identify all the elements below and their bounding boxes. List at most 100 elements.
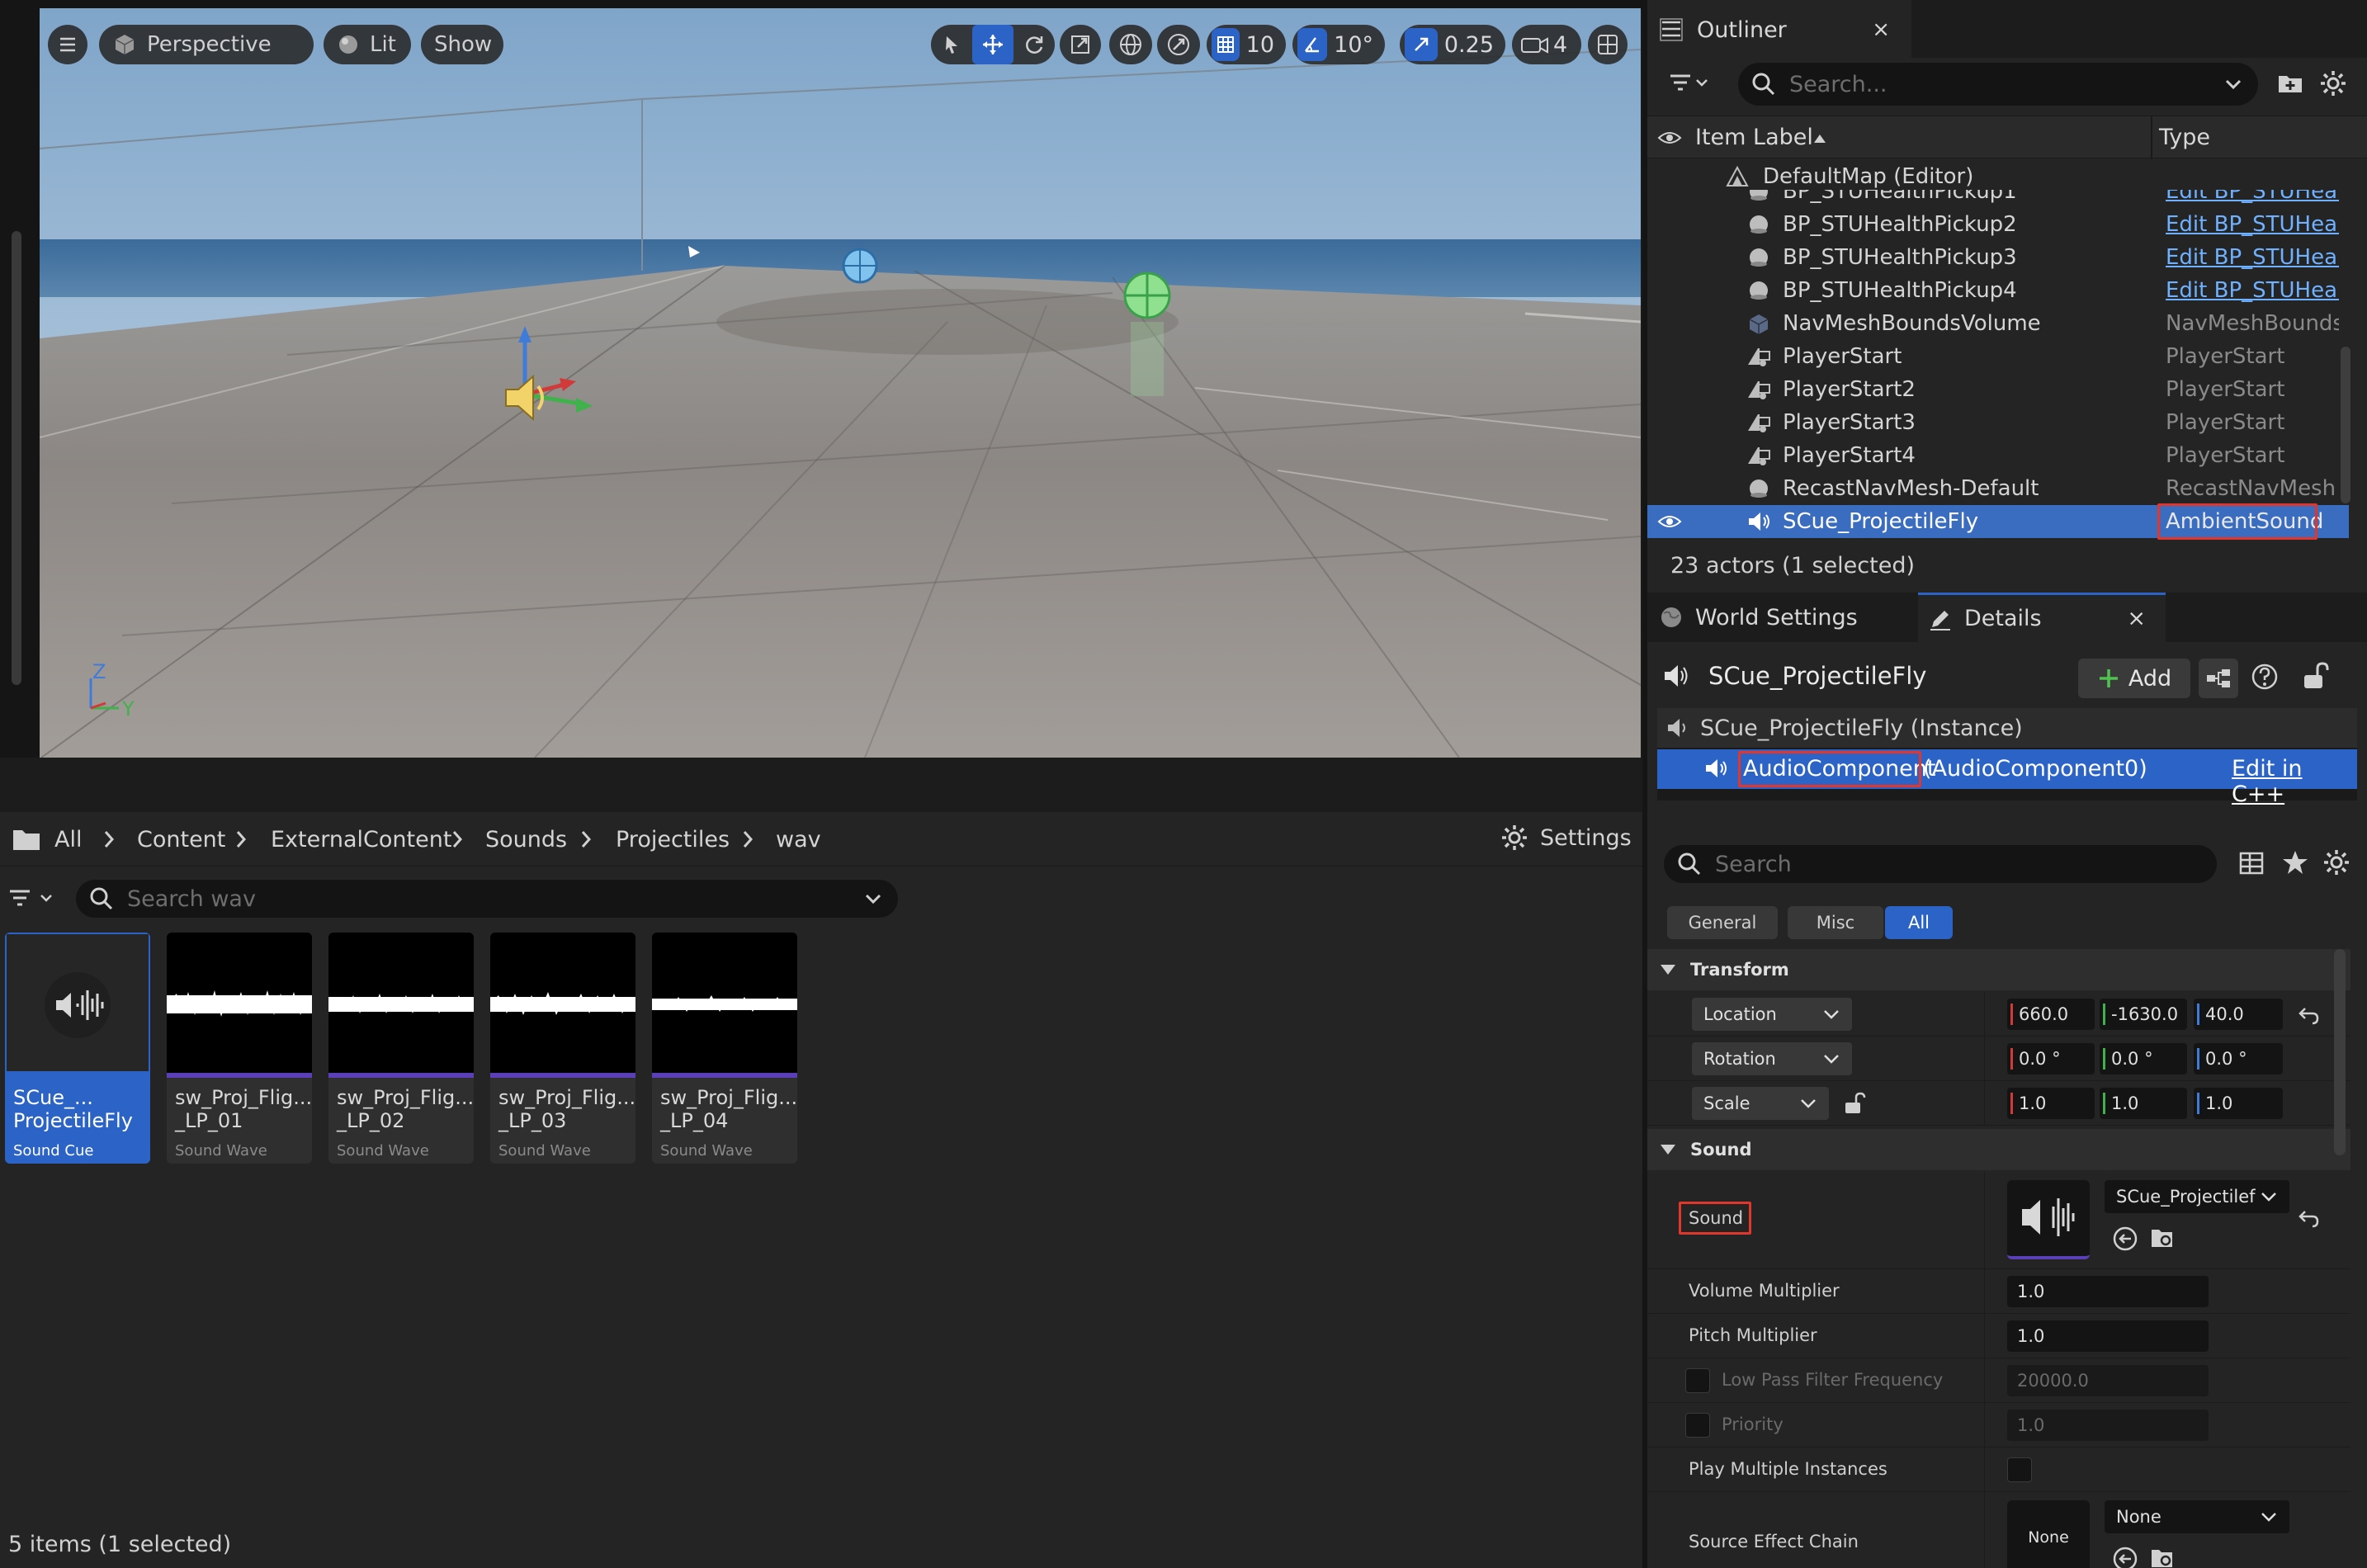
breadcrumb-content[interactable]: Content — [137, 827, 225, 852]
add-component-button[interactable]: Add — [2078, 659, 2190, 698]
show-button[interactable]: Show — [421, 25, 503, 64]
camera-speed-button[interactable]: 4 — [1512, 25, 1581, 64]
world-local-button[interactable] — [1109, 25, 1152, 64]
rotate-tool-button[interactable] — [1013, 25, 1055, 64]
outliner-row-type-link[interactable]: Edit BP_STUHeal — [2166, 245, 2339, 270]
outliner-root-row[interactable]: DefaultMap (Editor) — [1647, 160, 2349, 193]
rotation-y-field[interactable]: 0.0 ° — [2100, 1043, 2187, 1074]
content-settings-button[interactable]: Settings — [1500, 824, 1632, 852]
low-pass-field[interactable]: 20000.0 — [2007, 1365, 2209, 1396]
details-close-icon[interactable]: × — [2127, 606, 2146, 631]
rotation-x-field[interactable]: 0.0 ° — [2007, 1043, 2095, 1074]
column-divider[interactable] — [2151, 116, 2152, 159]
details-scrollbar[interactable] — [2334, 949, 2346, 1155]
health-pickup-green[interactable] — [1123, 272, 1171, 396]
add-folder-button[interactable] — [2276, 69, 2304, 97]
details-settings-button[interactable] — [2322, 848, 2350, 876]
asset-tile-sound-wave[interactable]: sw_Proj_Flig... _LP_01 Sound Wave — [167, 933, 312, 1164]
browse-folder-icon[interactable] — [2149, 1545, 2177, 1568]
breadcrumb-all[interactable]: All — [54, 827, 82, 852]
priority-field[interactable]: 1.0 — [2007, 1410, 2209, 1441]
eye-icon[interactable] — [1657, 128, 1682, 148]
sound-section-header[interactable]: Sound — [1647, 1129, 2350, 1170]
reset-arrow-icon[interactable] — [2298, 1004, 2321, 1027]
browse-folder-icon[interactable] — [2149, 1225, 2177, 1253]
tab-outliner[interactable]: Outliner × — [1647, 7, 1911, 53]
outliner-row[interactable]: BP_STUHealthPickup2 Edit BP_STUHeal — [1647, 208, 2349, 241]
help-button[interactable] — [2250, 662, 2280, 692]
surface-snap-button[interactable] — [1157, 25, 1200, 64]
scale-z-field[interactable]: 1.0 — [2194, 1088, 2283, 1119]
panel-splitter[interactable] — [1642, 0, 1647, 1568]
sound-asset-thumbnail[interactable] — [2007, 1180, 2090, 1259]
asset-tile-sound-wave[interactable]: sw_Proj_Flig... _LP_04 Sound Wave — [652, 933, 797, 1164]
breadcrumb-projectiles[interactable]: Projectiles — [616, 827, 730, 852]
outliner-filter-button[interactable] — [1669, 69, 1713, 97]
outliner-search-input[interactable]: Search... — [1738, 63, 2258, 106]
outliner-close-icon[interactable]: × — [1872, 17, 1890, 42]
grid-snap-button[interactable]: 10 — [1207, 25, 1286, 64]
asset-tile-sound-wave[interactable]: sw_Proj_Flig... _LP_02 Sound Wave — [328, 933, 474, 1164]
outliner-scrollbar[interactable] — [2341, 347, 2350, 503]
column-type[interactable]: Type — [2159, 125, 2210, 150]
actor-name[interactable]: SCue_ProjectileFly — [1708, 662, 1926, 690]
outliner-row[interactable]: BP_STUHealthPickup3 Edit BP_STUHeal — [1647, 241, 2349, 274]
filter-misc-button[interactable]: Misc — [1788, 906, 1883, 939]
outliner-row-type-link[interactable]: Edit BP_STUHeal — [2166, 278, 2339, 303]
use-selected-arrow-icon[interactable] — [2111, 1545, 2139, 1568]
health-pickup-blue[interactable] — [842, 248, 878, 284]
column-item-label[interactable]: Item Label — [1695, 125, 1813, 150]
translate-tool-button[interactable] — [972, 25, 1013, 64]
scale-x-field[interactable]: 1.0 — [2007, 1088, 2095, 1119]
scale-y-field[interactable]: 1.0 — [2100, 1088, 2187, 1119]
viewport-layout-button[interactable] — [1588, 25, 1628, 64]
tab-details[interactable]: Details × — [1918, 593, 2166, 642]
outliner-settings-button[interactable] — [2319, 69, 2347, 97]
location-z-field[interactable]: 40.0 — [2194, 999, 2283, 1030]
outliner-row[interactable]: PlayerStart PlayerStart — [1647, 340, 2349, 373]
content-filter-button[interactable] — [8, 885, 63, 913]
use-selected-arrow-icon[interactable] — [2111, 1225, 2139, 1253]
breadcrumb-sounds[interactable]: Sounds — [485, 827, 567, 852]
rotation-z-field[interactable]: 0.0 ° — [2194, 1043, 2283, 1074]
filter-all-button[interactable]: All — [1885, 906, 1953, 939]
outliner-row[interactable]: PlayerStart2 PlayerStart — [1647, 373, 2349, 406]
filter-general-button[interactable]: General — [1667, 906, 1778, 939]
breadcrumb-wav[interactable]: wav — [776, 827, 821, 852]
favorites-button[interactable] — [2281, 848, 2309, 876]
left-scrollbar[interactable] — [12, 231, 21, 685]
source-effect-thumbnail[interactable]: None — [2007, 1500, 2090, 1568]
location-x-field[interactable]: 660.0 — [2007, 999, 2095, 1030]
location-dropdown[interactable]: Location — [1692, 998, 1852, 1031]
rotation-dropdown[interactable]: Rotation — [1692, 1042, 1852, 1075]
table-view-button[interactable] — [2238, 850, 2265, 876]
lock-button[interactable] — [2301, 660, 2331, 692]
priority-checkbox[interactable] — [1685, 1413, 1710, 1438]
sound-asset-picker[interactable]: SCue_Projectilef — [2105, 1180, 2289, 1213]
transform-section-header[interactable]: Transform — [1647, 949, 2350, 990]
outliner-row[interactable]: BP_STUHealthPickup1 Edit BP_STUHeal — [1647, 190, 2349, 208]
perspective-button[interactable]: Perspective — [99, 25, 314, 64]
play-multiple-checkbox[interactable] — [2007, 1457, 2032, 1482]
select-tool-button[interactable] — [931, 25, 972, 64]
outliner-row-type-link[interactable]: Edit BP_STUHeal — [2166, 212, 2339, 237]
rotation-snap-button[interactable]: 10° — [1292, 25, 1385, 64]
outliner-row[interactable]: PlayerStart3 PlayerStart — [1647, 406, 2349, 439]
viewport-menu-button[interactable] — [48, 25, 87, 64]
outliner-row[interactable]: NavMeshBoundsVolume NavMeshBounds' — [1647, 307, 2349, 340]
outliner-row[interactable]: RecastNavMesh-Default RecastNavMesh — [1647, 472, 2349, 505]
details-search-input[interactable]: Search — [1664, 845, 2217, 883]
pitch-field[interactable]: 1.0 — [2007, 1320, 2209, 1352]
outliner-row[interactable]: PlayerStart4 PlayerStart — [1647, 439, 2349, 472]
outliner-row-type-link[interactable]: Edit BP_STUHeal — [2166, 190, 2339, 204]
breadcrumb-externalcontent[interactable]: ExternalContent — [271, 827, 451, 852]
scale-dropdown[interactable]: Scale — [1692, 1087, 1829, 1120]
asset-tile-sound-wave[interactable]: sw_Proj_Flig... _LP_03 Sound Wave — [490, 933, 635, 1164]
scale-lock-icon[interactable] — [1842, 1091, 1867, 1116]
component-instance-row[interactable]: SCue_ProjectileFly (Instance) — [1657, 708, 2357, 748]
outliner-row[interactable]: BP_STUHealthPickup4 Edit BP_STUHeal — [1647, 274, 2349, 307]
volume-field[interactable]: 1.0 — [2007, 1276, 2209, 1307]
edit-in-cpp-link[interactable]: Edit in C++ — [2232, 756, 2357, 807]
audio-component-row[interactable]: AudioComponent (AudioComponent0) Edit in… — [1657, 749, 2357, 807]
reset-arrow-icon[interactable] — [2298, 1207, 2321, 1230]
